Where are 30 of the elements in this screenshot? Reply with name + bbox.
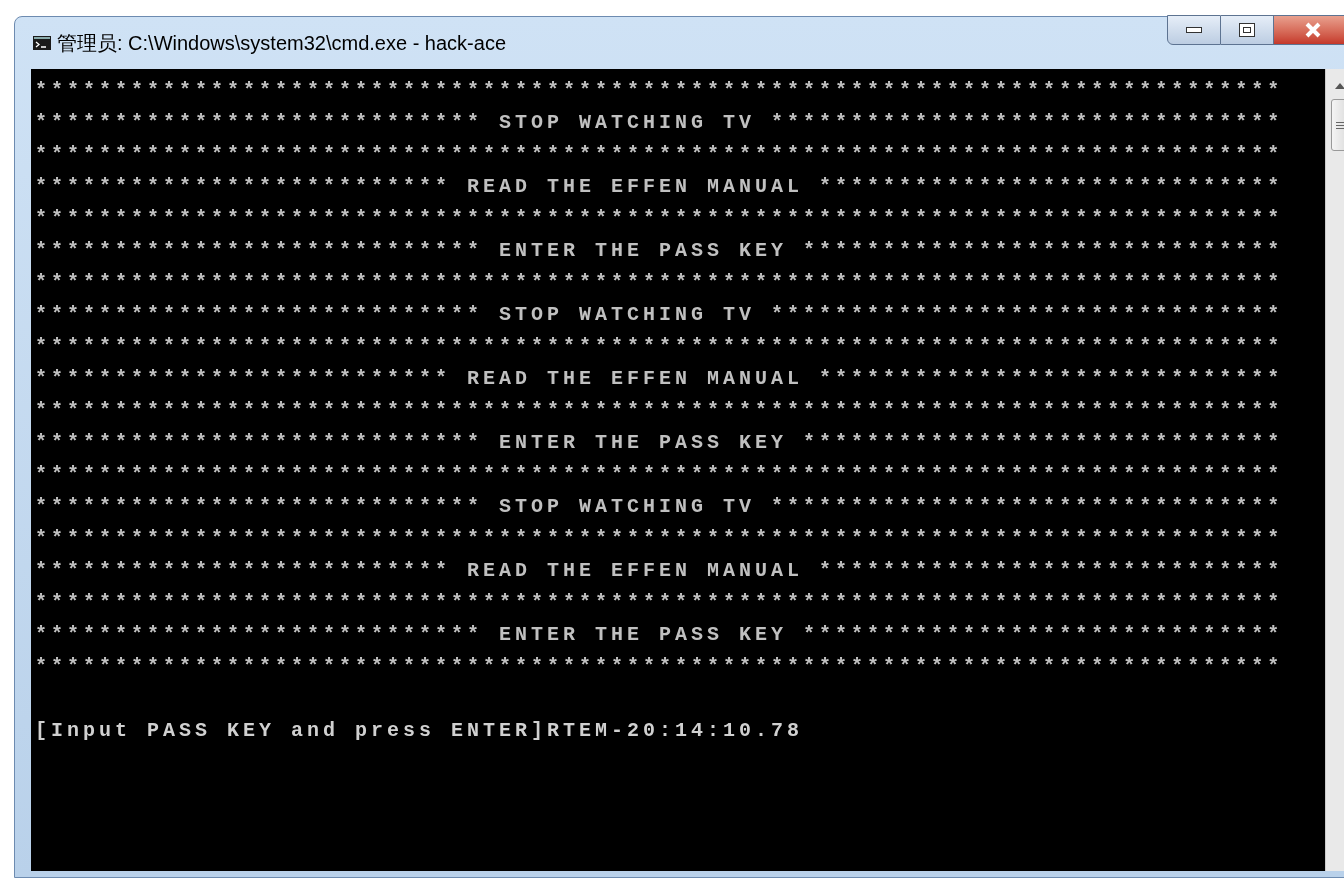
asterisk-border-line: ****************************************************************************** xyxy=(35,78,1284,104)
scroll-up-icon[interactable] xyxy=(1334,83,1344,89)
asterisk-border-line: ****************************************************************************** xyxy=(35,590,1284,616)
banner-line: ************************** READ THE EFFEN MANUAL ***************************** xyxy=(35,366,1284,392)
maximize-icon xyxy=(1239,23,1255,37)
banner-line: **************************** ENTER THE PASS KEY ****************************** xyxy=(35,430,1284,456)
input-prompt: [Input PASS KEY and press ENTER]RTEM-20:14:10.78 xyxy=(35,718,804,744)
banner-line: ************************** READ THE EFFEN MANUAL ***************************** xyxy=(35,558,1284,584)
banner-line: **************************** ENTER THE PASS KEY ****************************** xyxy=(35,238,1284,264)
asterisk-border-line: ****************************************************************************** xyxy=(35,398,1284,424)
asterisk-border-line: ****************************************************************************** xyxy=(35,270,1284,296)
banner-line: **************************** STOP WATCHING TV ******************************** xyxy=(35,302,1284,328)
window-title: 管理员: C:\Windows\system32\cmd.exe - hack-ace xyxy=(57,31,506,56)
minimize-icon xyxy=(1186,27,1202,33)
asterisk-border-line: ****************************************************************************** xyxy=(35,334,1284,360)
close-button[interactable] xyxy=(1273,15,1344,45)
asterisk-border-line: ****************************************************************************** xyxy=(35,654,1284,680)
minimize-button[interactable] xyxy=(1167,15,1221,45)
asterisk-border-line: ****************************************************************************** xyxy=(35,462,1284,488)
scroll-thumb[interactable] xyxy=(1330,99,1344,151)
asterisk-border-line: ****************************************************************************** xyxy=(35,526,1284,552)
banner-line: ************************** READ THE EFFEN MANUAL ***************************** xyxy=(35,174,1284,200)
banner-line: **************************** STOP WATCHING TV ******************************** xyxy=(35,494,1284,520)
asterisk-border-line: ****************************************************************************** xyxy=(35,142,1284,168)
asterisk-border-line: ****************************************************************************** xyxy=(35,206,1284,232)
close-icon xyxy=(1304,22,1322,38)
terminal-icon xyxy=(33,36,51,50)
banner-line: **************************** STOP WATCHING TV ******************************** xyxy=(35,110,1284,136)
banner-line: **************************** ENTER THE PASS KEY ****************************** xyxy=(35,622,1284,648)
maximize-button[interactable] xyxy=(1221,15,1273,45)
